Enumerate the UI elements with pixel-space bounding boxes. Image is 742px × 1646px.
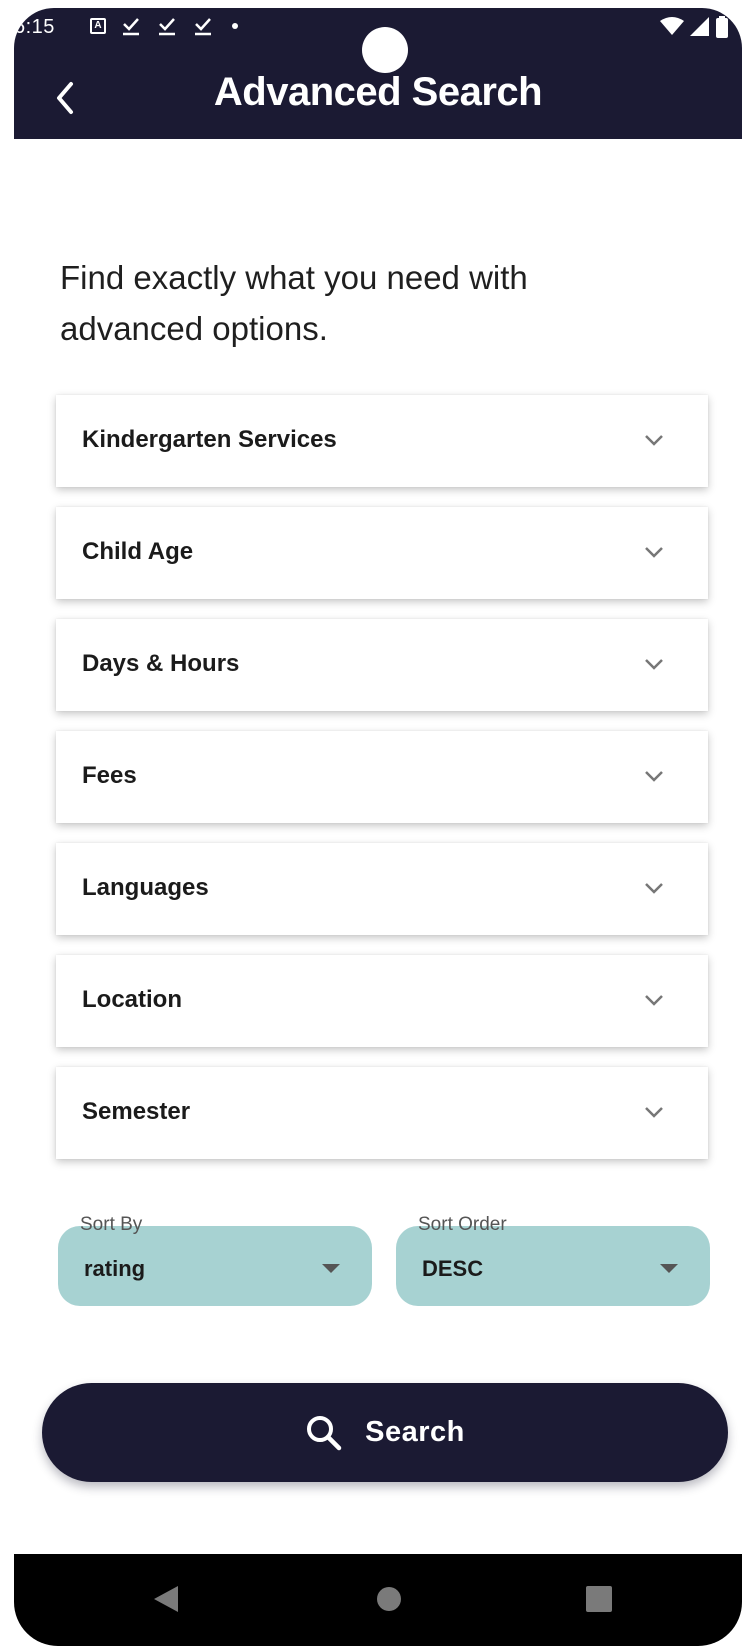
filter-label: Child Age: [82, 538, 194, 565]
cell-signal-icon: [690, 17, 709, 36]
filter-location[interactable]: Location: [56, 955, 708, 1047]
sort-order-value: DESC: [422, 1256, 484, 1281]
phone-screen: 6:15 A Advanced Search Find exactly what…: [14, 8, 742, 1646]
dropdown-caret-icon: [322, 1264, 340, 1273]
filter-label: Languages: [82, 874, 209, 901]
search-button-label: Search: [365, 1416, 465, 1448]
sort-order-label: Sort Order: [418, 1214, 507, 1235]
search-button[interactable]: Search: [42, 1383, 728, 1482]
notification-icons: A: [90, 15, 238, 37]
sort-by-label: Sort By: [80, 1214, 143, 1235]
download-done-icon: [195, 18, 211, 36]
dropdown-caret-icon: [660, 1264, 678, 1273]
chevron-down-icon: [645, 547, 663, 558]
app-header: 6:15 A Advanced Search: [14, 8, 742, 139]
search-icon: [307, 1415, 342, 1450]
system-nav-bar: [14, 1554, 742, 1646]
filter-fees[interactable]: Fees: [56, 731, 708, 823]
sort-by-value: rating: [84, 1256, 146, 1281]
filter-label: Location: [82, 986, 182, 1013]
chevron-down-icon: [645, 883, 663, 894]
chevron-down-icon: [645, 771, 663, 782]
filter-semester[interactable]: Semester: [56, 1067, 708, 1159]
wifi-icon: [660, 17, 684, 35]
chevron-down-icon: [645, 995, 663, 1006]
more-notifications-dot-icon: [232, 23, 238, 29]
chevron-down-icon: [645, 435, 663, 446]
sort-order-select[interactable]: DESC: [396, 1226, 710, 1306]
filter-languages[interactable]: Languages: [56, 843, 708, 935]
page-title: Advanced Search: [213, 70, 543, 114]
download-done-icon: [123, 18, 139, 36]
filter-label: Days & Hours: [82, 650, 240, 677]
filter-label: Kindergarten Services: [82, 426, 337, 453]
sort-by-select[interactable]: rating: [58, 1226, 372, 1306]
battery-icon: [716, 16, 728, 38]
chevron-down-icon: [645, 1107, 663, 1118]
chevron-down-icon: [645, 659, 663, 670]
download-done-icon: [159, 18, 175, 36]
nav-back-icon[interactable]: [154, 1586, 178, 1612]
system-status-icons: [660, 16, 728, 38]
filter-kindergarten-services[interactable]: Kindergarten Services: [56, 395, 708, 487]
status-time: 6:15: [14, 16, 55, 38]
nav-recents-icon[interactable]: [586, 1586, 612, 1612]
filter-days-hours[interactable]: Days & Hours: [56, 619, 708, 711]
filter-child-age[interactable]: Child Age: [56, 507, 708, 599]
notification-a-icon: A: [90, 18, 106, 34]
filter-label: Semester: [82, 1098, 191, 1125]
filter-list: Kindergarten Services Child Age Days & H…: [56, 395, 708, 1179]
intro-text: Find exactly what you need with advanced…: [60, 259, 528, 347]
camera-cutout: [362, 27, 408, 73]
filter-label: Fees: [82, 762, 137, 789]
nav-home-icon[interactable]: [376, 1586, 402, 1612]
